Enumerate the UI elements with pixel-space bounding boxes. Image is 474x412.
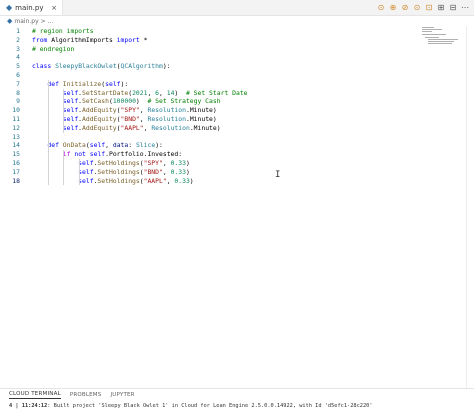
live-trade-icon[interactable]: ⊙ [412,3,422,13]
code-line[interactable]: 9 self.SetCash(100000) # Set Strategy Ca… [0,97,430,106]
line-number: 13 [12,132,20,141]
code-line[interactable]: 18 self.SetHoldings("AAPL", 0.33) [0,177,430,186]
tab-label: main.py [15,3,44,12]
line-number: 12 [12,123,20,132]
code-line[interactable]: 8 self.SetStartDate(2021, 6, 14) # Set S… [0,89,430,98]
breadcrumb: ◆ main.py > ... [7,16,53,26]
code-text: self.AddEquity("AAPL", Resolution.Minute… [62,123,221,132]
code-line[interactable]: 10 self.AddEquity("SPY", Resolution.Minu… [0,106,430,115]
line-number: 16 [12,159,20,167]
code-text: self.AddEquity("BND", Resolution.Minute) [62,115,217,123]
tab-cloud-terminal[interactable]: CLOUD TERMINAL [9,391,61,399]
code-line[interactable]: 13 [0,133,430,142]
editor-actions: ⊙ ⊕ ⊘ ⊙ ⊡ ⊞ ⊟ ⋯ [376,0,470,15]
breadcrumb-symbol[interactable]: ... [48,18,54,25]
code-text: def Initialize(self): [47,79,129,88]
line-number: 18 [12,176,20,185]
editor-scrollbar[interactable] [466,26,474,388]
code-text: self.SetHoldings("AAPL", 0.33) [78,176,194,185]
debug-icon[interactable]: ⊕ [388,3,398,13]
terminal-message: : Built project 'Sleepy Black Owlet 1' i… [47,403,373,409]
breadcrumb-file[interactable]: main.py [14,18,38,25]
code-line[interactable]: 15 if not self.Portfolio.Invested: [0,150,430,159]
code-text: self.SetStartDate(2021, 6, 14) # Set Sta… [62,88,248,97]
split-editor-icon[interactable]: ⊟ [448,3,458,13]
python-file-icon: ◆ [7,17,13,25]
code-line[interactable]: 17 self.SetHoldings("BND", 0.33) [0,168,430,177]
stop-icon[interactable]: ⊡ [424,3,434,13]
line-number: 3 [16,44,20,53]
indent-guide [78,159,80,186]
code-text: if not self.Portfolio.Invested: [62,150,183,159]
indent-guide [47,79,49,186]
editor-tab-bar: ◆ main.py × ⊙ ⊕ ⊘ ⊙ ⊡ ⊞ ⊟ ⋯ [0,0,474,16]
optimize-icon[interactable]: ⊘ [400,3,410,13]
line-number: 1 [16,27,20,35]
code-line[interactable]: 3 # endregion [0,45,430,54]
line-number: 2 [16,35,20,44]
line-number: 4 [16,53,20,62]
code-line[interactable]: 1 # region imports [0,27,430,36]
line-number: 11 [12,115,20,123]
code-line[interactable]: 6 [0,71,430,80]
code-text: self.SetHoldings("BND", 0.33) [78,167,190,176]
line-number: 14 [12,141,20,150]
code-text: # endregion [32,44,75,53]
tab-jupyter[interactable]: JUPYTER [110,392,134,398]
line-number: 7 [16,79,20,88]
text-cursor-icon: I [275,170,281,180]
compare-icon[interactable]: ⊞ [436,3,446,13]
code-line[interactable]: 12 self.AddEquity("AAPL", Resolution.Min… [0,124,430,133]
python-file-icon: ◆ [6,3,13,12]
code-text: self.SetCash(100000) # Set Strategy Cash [62,97,221,106]
code-text: def OnData(self, data: Slice): [47,141,163,150]
line-number: 8 [16,88,20,97]
close-icon[interactable]: × [51,4,57,12]
code-line[interactable]: 4 [0,53,430,62]
code-text: class SleepyBlackOwlet(QCAlgorithm): [32,62,171,71]
run-backtest-icon[interactable]: ⊙ [376,3,386,13]
breadcrumb-separator: > [40,17,46,25]
code-line[interactable]: 16 self.SetHoldings("SPY", 0.33) [0,159,430,168]
tab-problems[interactable]: PROBLEMS [70,392,102,398]
more-actions-icon[interactable]: ⋯ [460,3,470,13]
minimap[interactable] [420,26,464,46]
code-text: # region imports [32,27,94,35]
code-line[interactable]: 2 from AlgorithmImports import * [0,36,430,45]
line-number: 6 [16,71,20,79]
line-number: 5 [16,62,20,71]
code-line[interactable]: 11 self.AddEquity("BND", Resolution.Minu… [0,115,430,124]
line-number: 10 [12,106,20,115]
code-text: self.AddEquity("SPY", Resolution.Minute) [62,106,217,115]
line-number: 17 [12,167,20,176]
code-line[interactable]: 7 def Initialize(self): [0,80,430,89]
code-text: from AlgorithmImports import * [32,35,148,44]
terminal-prefix: 4 | 11:24:12 [9,403,48,409]
code-editor[interactable]: 1 # region imports 2 from AlgorithmImports … [0,26,474,388]
line-number: 9 [16,97,20,106]
terminal-output: 4 | 11:24:12: Built project 'Sleepy Blac… [9,402,373,411]
code-text: self.SetHoldings("SPY", 0.33) [78,159,190,167]
code-line[interactable]: 14 def OnData(self, data: Slice): [0,141,430,150]
tab-main-py[interactable]: ◆ main.py × [0,0,63,15]
indent-guide [63,150,65,186]
panel-tab-bar: CLOUD TERMINAL PROBLEMS JUPYTER [0,388,474,401]
indent-guide [63,88,65,133]
line-number: 15 [12,150,20,159]
code-line[interactable]: 5 class SleepyBlackOwlet(QCAlgorithm): [0,62,430,71]
